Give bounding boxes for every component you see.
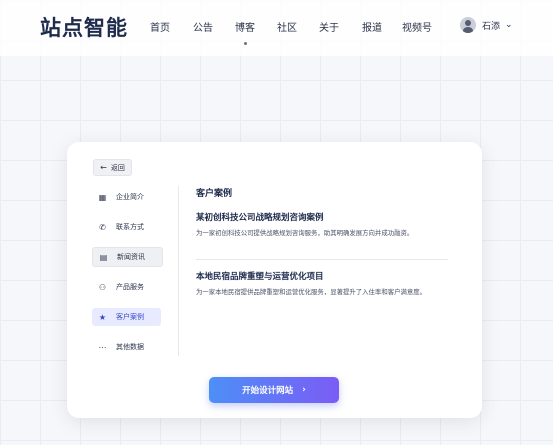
avatar: [460, 17, 476, 33]
case-title: 某初创科技公司战略规划咨询案例: [196, 213, 324, 223]
sidebar-item-label: 联系方式: [116, 223, 144, 231]
star-icon: ★: [98, 312, 107, 322]
more-icon: ⋯: [98, 342, 107, 352]
sidebar-item-company[interactable]: ▦ 企业简介: [92, 188, 161, 206]
sidebar-item-label: 新闻资讯: [117, 253, 145, 261]
user-name: 石添: [482, 21, 501, 32]
sidebar-divider: [178, 186, 179, 356]
top-header: 站点智能 首页 公告 博客 社区 关于 报道 视频号 石添 ⌄: [0, 0, 553, 56]
news-icon: ▤: [99, 252, 108, 262]
sidebar-item-other[interactable]: ⋯ 其他数据: [92, 338, 161, 356]
nav-active-indicator: [244, 42, 247, 45]
sidebar-item-label: 产品服务: [116, 283, 144, 291]
back-button-label: 返回: [110, 163, 125, 172]
nav-blog-label: 博客: [235, 23, 255, 34]
sidebar-item-products[interactable]: ⚇ 产品服务: [92, 278, 161, 296]
sidebar-item-label: 客户案例: [116, 313, 144, 321]
building-icon: ▦: [98, 192, 107, 202]
start-design-button[interactable]: 开始设计网站 ›: [209, 377, 339, 403]
chevron-down-icon: ⌄: [505, 20, 513, 30]
case-title: 本地民宿品牌重塑与运营优化项目: [196, 272, 324, 282]
nav-reports[interactable]: 报道: [362, 19, 382, 34]
case-item: 某初创科技公司战略规划咨询案例 为一家初创科技公司提供战略规划咨询服务，助其明确…: [196, 211, 456, 239]
content-title: 客户案例: [196, 189, 233, 199]
case-description: 为一家初创科技公司提供战略规划咨询服务，助其明确发展方向并成功融资。: [196, 229, 414, 237]
sidebar-item-cases[interactable]: ★ 客户案例: [92, 308, 161, 326]
main-nav: 首页 公告 博客 社区 关于 报道 视频号: [142, 19, 432, 45]
case-item: 本地民宿品牌重塑与运营优化项目 为一家本地民宿提供品牌重塑和运营优化服务，显著提…: [196, 270, 456, 298]
case-description: 为一家本地民宿提供品牌重塑和运营优化服务，显著提升了入住率和客户满意度。: [196, 288, 427, 296]
sidebar-item-news[interactable]: ▤ 新闻资讯: [92, 247, 163, 267]
phone-icon: ✆: [99, 222, 106, 232]
nav-about[interactable]: 关于: [319, 19, 339, 34]
sidebar-item-contact[interactable]: ✆ 联系方式: [92, 218, 161, 236]
nav-video[interactable]: 视频号: [402, 19, 432, 34]
nav-home[interactable]: 首页: [150, 19, 170, 34]
arrow-left-icon: ←: [100, 163, 107, 172]
nav-announcements[interactable]: 公告: [193, 19, 213, 34]
start-design-button-label: 开始设计网站: [242, 386, 294, 396]
sidebar-item-label: 企业简介: [116, 193, 144, 201]
info-card: ← 返回 ▦ 企业简介 ✆ 联系方式 ▤ 新闻资讯 ⚇ 产品服务 ★ 客户案例 …: [67, 142, 482, 418]
sidebar-item-label: 其他数据: [116, 343, 144, 351]
case-content: 客户案例 某初创科技公司战略规划咨询案例 为一家初创科技公司提供战略规划咨询服务…: [196, 186, 456, 296]
back-button[interactable]: ← 返回: [93, 159, 132, 176]
chevron-right-icon: ›: [302, 385, 306, 395]
handshake-icon: ⚇: [98, 282, 107, 292]
nav-community[interactable]: 社区: [277, 19, 297, 34]
case-divider: [196, 259, 448, 260]
nav-blog[interactable]: 博客: [235, 19, 255, 45]
site-logo[interactable]: 站点智能: [40, 12, 128, 42]
user-menu[interactable]: 石添 ⌄: [460, 17, 513, 33]
